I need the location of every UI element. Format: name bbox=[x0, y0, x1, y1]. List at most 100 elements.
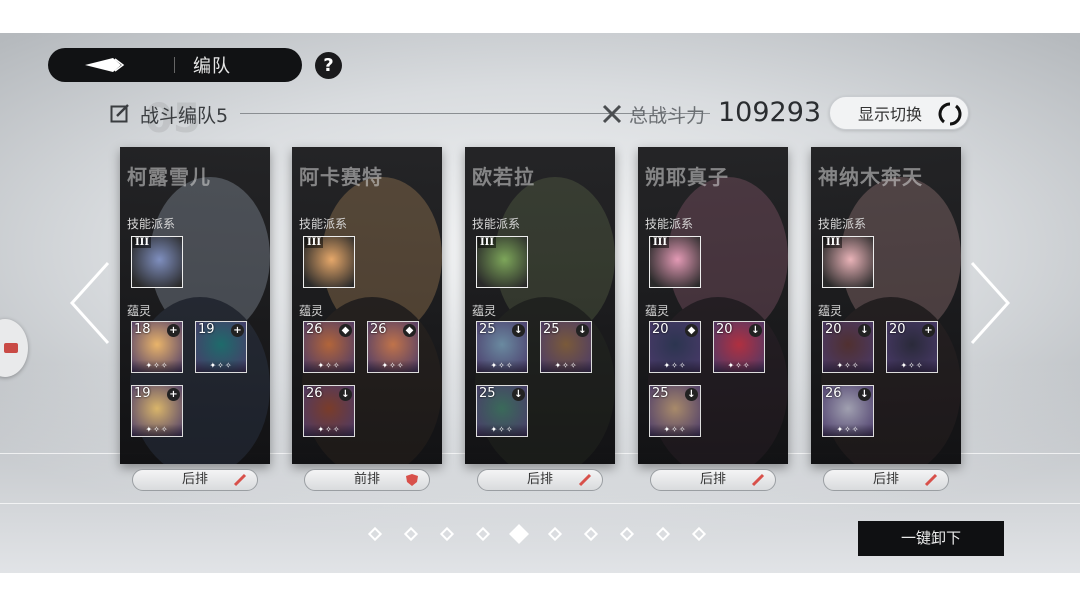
spirit-slot[interactable]: 19 + ✦✧✧ bbox=[131, 385, 183, 437]
spirit-type-icon: ↓ bbox=[576, 324, 589, 337]
skill-school-icon[interactable]: III bbox=[303, 236, 355, 288]
spirit-type-icon: ◆ bbox=[685, 324, 698, 337]
skill-school-label: 技能派系 bbox=[472, 217, 521, 231]
spirit-type-icon: ↓ bbox=[512, 324, 525, 337]
character-card[interactable]: 阿卡赛特 技能派系 III 蕴灵 26 ◆ ✦✧✧ 26 ◆ ✦✧✧ 26 ↓ ✦✧✧ bbox=[292, 147, 442, 464]
sword-icon bbox=[578, 473, 592, 487]
spirit-slot[interactable]: 25 ↓ ✦✧✧ bbox=[649, 385, 701, 437]
spirit-stars-icon: ✦✧✧ bbox=[650, 360, 700, 372]
position-button[interactable]: 后排 bbox=[650, 469, 776, 491]
skill-rank: III bbox=[651, 237, 670, 248]
spirit-level: 26 bbox=[825, 386, 842, 401]
spirit-stars-icon: ✦✧✧ bbox=[541, 360, 591, 372]
character-card[interactable]: 神纳木奔天 技能派系 III 蕴灵 20 ↓ ✦✧✧ 20 + ✦✧✧ 26 ↓ ✦✧✧ bbox=[811, 147, 961, 464]
spirit-level: 25 bbox=[652, 386, 669, 401]
position-label: 后排 bbox=[872, 472, 899, 487]
spirit-slot[interactable]: 19 + ✦✧✧ bbox=[195, 321, 247, 373]
spirit-type-icon: ↓ bbox=[858, 388, 871, 401]
character-card[interactable]: 欧若拉 技能派系 III 蕴灵 25 ↓ ✦✧✧ 25 ↓ ✦✧✧ 25 ↓ ✦✧✧ bbox=[465, 147, 615, 464]
spirit-level: 20 bbox=[825, 322, 842, 337]
nav-separator bbox=[174, 57, 175, 73]
back-button[interactable] bbox=[48, 48, 168, 82]
spirit-type-icon: ↓ bbox=[749, 324, 762, 337]
spirit-stars-icon: ✦✧✧ bbox=[650, 424, 700, 436]
spirit-slot[interactable]: 25 ↓ ✦✧✧ bbox=[540, 321, 592, 373]
character-name: 阿卡赛特 bbox=[299, 165, 383, 189]
spirit-type-icon: ↓ bbox=[858, 324, 871, 337]
skill-rank: III bbox=[305, 237, 324, 248]
skill-school-icon[interactable]: III bbox=[649, 236, 701, 288]
team-header: 05 战斗编队5 总战斗力 109293 显示切换 bbox=[110, 96, 970, 139]
skill-school-label: 技能派系 bbox=[818, 217, 867, 231]
character-name: 欧若拉 bbox=[472, 165, 535, 189]
skill-school-icon[interactable]: III bbox=[131, 236, 183, 288]
spirit-slot[interactable]: 25 ↓ ✦✧✧ bbox=[476, 321, 528, 373]
skill-school-icon[interactable]: III bbox=[822, 236, 874, 288]
position-label: 前排 bbox=[353, 472, 380, 487]
spirit-slot[interactable]: 20 ↓ ✦✧✧ bbox=[713, 321, 765, 373]
unload-all-button[interactable]: 一键卸下 bbox=[858, 521, 1004, 556]
spirit-level: 25 bbox=[479, 322, 496, 337]
character-card[interactable]: 朔耶真子 技能派系 III 蕴灵 20 ◆ ✦✧✧ 20 ↓ ✦✧✧ 25 ↓ ✦✧✧ bbox=[638, 147, 788, 464]
spirit-level: 25 bbox=[543, 322, 560, 337]
skill-rank: III bbox=[824, 237, 843, 248]
spirit-stars-icon: ✦✧✧ bbox=[887, 360, 937, 372]
spirit-slot[interactable]: 18 + ✦✧✧ bbox=[131, 321, 183, 373]
help-button[interactable]: ? bbox=[315, 52, 342, 79]
display-toggle-button[interactable]: 显示切换 bbox=[829, 96, 969, 130]
position-label: 后排 bbox=[699, 472, 726, 487]
spirit-level: 20 bbox=[652, 322, 669, 337]
spirit-slot[interactable]: 26 ◆ ✦✧✧ bbox=[303, 321, 355, 373]
skill-school-label: 技能派系 bbox=[127, 217, 176, 231]
position-button[interactable]: 后排 bbox=[823, 469, 949, 491]
spirit-type-icon: ↓ bbox=[339, 388, 352, 401]
spirit-label: 蕴灵 bbox=[645, 304, 670, 318]
spirit-stars-icon: ✦✧✧ bbox=[823, 360, 873, 372]
skill-school-icon[interactable]: III bbox=[476, 236, 528, 288]
spirit-slot[interactable]: 26 ↓ ✦✧✧ bbox=[303, 385, 355, 437]
sword-icon bbox=[751, 473, 765, 487]
spirit-slot[interactable]: 20 + ✦✧✧ bbox=[886, 321, 938, 373]
character-name: 神纳木奔天 bbox=[818, 165, 923, 189]
spirit-stars-icon: ✦✧✧ bbox=[196, 360, 246, 372]
spirit-stars-icon: ✦✧✧ bbox=[132, 360, 182, 372]
spirit-type-icon: ↓ bbox=[512, 388, 525, 401]
spirit-stars-icon: ✦✧✧ bbox=[477, 360, 527, 372]
spirit-stars-icon: ✦✧✧ bbox=[714, 360, 764, 372]
spirit-level: 18 bbox=[134, 322, 151, 337]
spirit-slot[interactable]: 20 ↓ ✦✧✧ bbox=[822, 321, 874, 373]
crossed-swords-icon bbox=[602, 104, 622, 124]
position-label: 后排 bbox=[526, 472, 553, 487]
spirit-type-icon: + bbox=[167, 388, 180, 401]
spirit-level: 26 bbox=[370, 322, 387, 337]
refresh-icon bbox=[938, 102, 962, 126]
position-button[interactable]: 后排 bbox=[132, 469, 258, 491]
spirit-level: 20 bbox=[716, 322, 733, 337]
spirit-slot[interactable]: 26 ↓ ✦✧✧ bbox=[822, 385, 874, 437]
game-stage: 编队 ? 05 战斗编队5 总战斗力 109293 显示切换 柯露雪儿 技能派系… bbox=[0, 33, 1080, 573]
spirit-level: 25 bbox=[479, 386, 496, 401]
character-card[interactable]: 柯露雪儿 技能派系 III 蕴灵 18 + ✦✧✧ 19 + ✦✧✧ 19 + ✦✧✧ bbox=[120, 147, 270, 464]
position-button[interactable]: 后排 bbox=[477, 469, 603, 491]
spirit-level: 26 bbox=[306, 386, 323, 401]
back-arrow-icon bbox=[85, 58, 125, 72]
sword-icon bbox=[924, 473, 938, 487]
display-toggle-label: 显示切换 bbox=[858, 105, 923, 124]
spirit-type-icon: + bbox=[231, 324, 244, 337]
team-name[interactable]: 战斗编队5 bbox=[140, 101, 228, 128]
spirit-type-icon: ↓ bbox=[685, 388, 698, 401]
sword-icon bbox=[233, 473, 247, 487]
character-name: 朔耶真子 bbox=[645, 165, 729, 189]
spirit-slot[interactable]: 26 ◆ ✦✧✧ bbox=[367, 321, 419, 373]
position-button[interactable]: 前排 bbox=[304, 469, 430, 491]
character-cards: 柯露雪儿 技能派系 III 蕴灵 18 + ✦✧✧ 19 + ✦✧✧ 19 + ✦✧✧ 后排 阿卡赛特 技能… bbox=[0, 147, 1080, 527]
skill-school-label: 技能派系 bbox=[299, 217, 348, 231]
spirit-stars-icon: ✦✧✧ bbox=[368, 360, 418, 372]
spirit-stars-icon: ✦✧✧ bbox=[132, 424, 182, 436]
spirit-type-icon: ◆ bbox=[339, 324, 352, 337]
spirit-slot[interactable]: 20 ◆ ✦✧✧ bbox=[649, 321, 701, 373]
page-title: 编队 bbox=[193, 56, 231, 77]
spirit-label: 蕴灵 bbox=[818, 304, 843, 318]
edit-icon[interactable] bbox=[110, 104, 130, 124]
spirit-slot[interactable]: 25 ↓ ✦✧✧ bbox=[476, 385, 528, 437]
